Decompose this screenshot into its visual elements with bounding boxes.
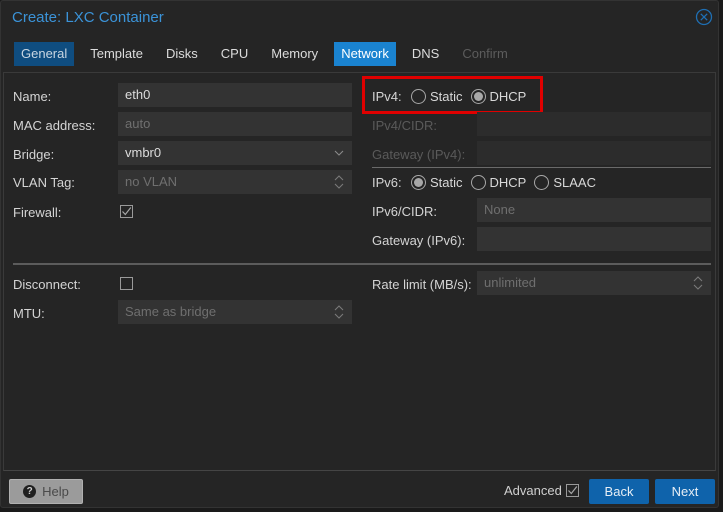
tab-disks[interactable]: Disks bbox=[159, 42, 205, 66]
radio-checked-icon bbox=[411, 174, 426, 190]
gateway-ipv4-label: Gateway (IPv4): bbox=[372, 147, 466, 162]
tab-template[interactable]: Template bbox=[83, 42, 150, 66]
dialog-title: Create: LXC Container bbox=[12, 9, 164, 26]
mac-input[interactable]: auto bbox=[118, 112, 352, 136]
vlan-label: VLAN Tag: bbox=[13, 175, 75, 190]
checkmark-icon bbox=[122, 207, 132, 216]
firewall-checkbox[interactable] bbox=[120, 205, 133, 218]
bridge-value: vmbr0 bbox=[125, 145, 162, 160]
vlan-value: no VLAN bbox=[125, 174, 178, 189]
highlight-box bbox=[362, 76, 543, 114]
rate-limit-spinner[interactable]: unlimited bbox=[477, 271, 711, 295]
advanced-label: Advanced bbox=[504, 483, 562, 498]
radio-unchecked-icon bbox=[470, 174, 486, 190]
name-label: Name: bbox=[13, 89, 52, 104]
tab-memory[interactable]: Memory bbox=[264, 42, 325, 66]
ipv6-radio-group: Static DHCP SLAAC bbox=[411, 173, 604, 191]
chevron-down-icon[interactable] bbox=[334, 141, 344, 165]
gateway-ipv6-input[interactable] bbox=[477, 227, 711, 251]
ipv4-cidr-label: IPv4/CIDR: bbox=[372, 118, 438, 133]
spinner-updown-icon[interactable] bbox=[334, 170, 344, 194]
bridge-select[interactable]: vmbr0 bbox=[118, 141, 352, 165]
advanced-divider bbox=[13, 263, 711, 265]
advanced-toggle[interactable]: Advanced bbox=[504, 483, 579, 498]
advanced-checkbox[interactable] bbox=[565, 484, 579, 497]
gateway-ipv6-label: Gateway (IPv6): bbox=[372, 233, 466, 248]
mtu-value: Same as bridge bbox=[125, 304, 217, 319]
firewall-label: Firewall: bbox=[13, 205, 62, 220]
spinner-updown-icon[interactable] bbox=[693, 271, 703, 295]
mtu-label: MTU: bbox=[13, 306, 45, 321]
tab-general[interactable]: General bbox=[14, 42, 75, 66]
checkmark-icon bbox=[567, 486, 578, 495]
ipv6-cidr-label: IPv6/CIDR: bbox=[372, 204, 438, 219]
name-input[interactable]: eth0 bbox=[118, 83, 352, 107]
spinner-updown-icon[interactable] bbox=[334, 300, 344, 324]
next-button[interactable]: Next bbox=[655, 479, 715, 504]
vlan-spinner[interactable]: no VLAN bbox=[118, 170, 352, 194]
create-lxc-dialog: Create: LXC Container General Template D… bbox=[0, 0, 719, 508]
ipv6-cidr-input[interactable]: None bbox=[477, 198, 711, 222]
disconnect-label: Disconnect: bbox=[13, 277, 81, 292]
wizard-tabs: General Template Disks CPU Memory Networ… bbox=[14, 42, 524, 66]
close-icon[interactable] bbox=[695, 8, 713, 26]
mac-label: MAC address: bbox=[13, 118, 96, 133]
rate-limit-value: unlimited bbox=[484, 275, 537, 290]
bridge-label: Bridge: bbox=[13, 147, 55, 162]
tab-dns[interactable]: DNS bbox=[405, 42, 446, 66]
tab-cpu[interactable]: CPU bbox=[214, 42, 255, 66]
tab-confirm: Confirm bbox=[462, 46, 508, 61]
ipv6-static-radio[interactable]: Static bbox=[411, 174, 463, 190]
rate-limit-label: Rate limit (MB/s): bbox=[372, 277, 472, 292]
mtu-spinner[interactable]: Same as bridge bbox=[118, 300, 352, 324]
back-button[interactable]: Back bbox=[589, 479, 649, 504]
ipv6-slaac-radio[interactable]: SLAAC bbox=[534, 174, 596, 190]
ipv6-label: IPv6: bbox=[372, 175, 402, 190]
question-circle-icon: ? bbox=[23, 485, 37, 498]
ipv4-cidr-input bbox=[477, 112, 711, 136]
help-button[interactable]: ? Help bbox=[9, 479, 83, 504]
disconnect-checkbox[interactable] bbox=[120, 277, 133, 290]
ipv6-dhcp-radio[interactable]: DHCP bbox=[470, 174, 526, 190]
tab-network[interactable]: Network bbox=[334, 42, 396, 66]
gateway-ipv4-input bbox=[477, 141, 711, 165]
radio-unchecked-icon bbox=[534, 174, 550, 190]
ip-divider bbox=[372, 167, 711, 168]
